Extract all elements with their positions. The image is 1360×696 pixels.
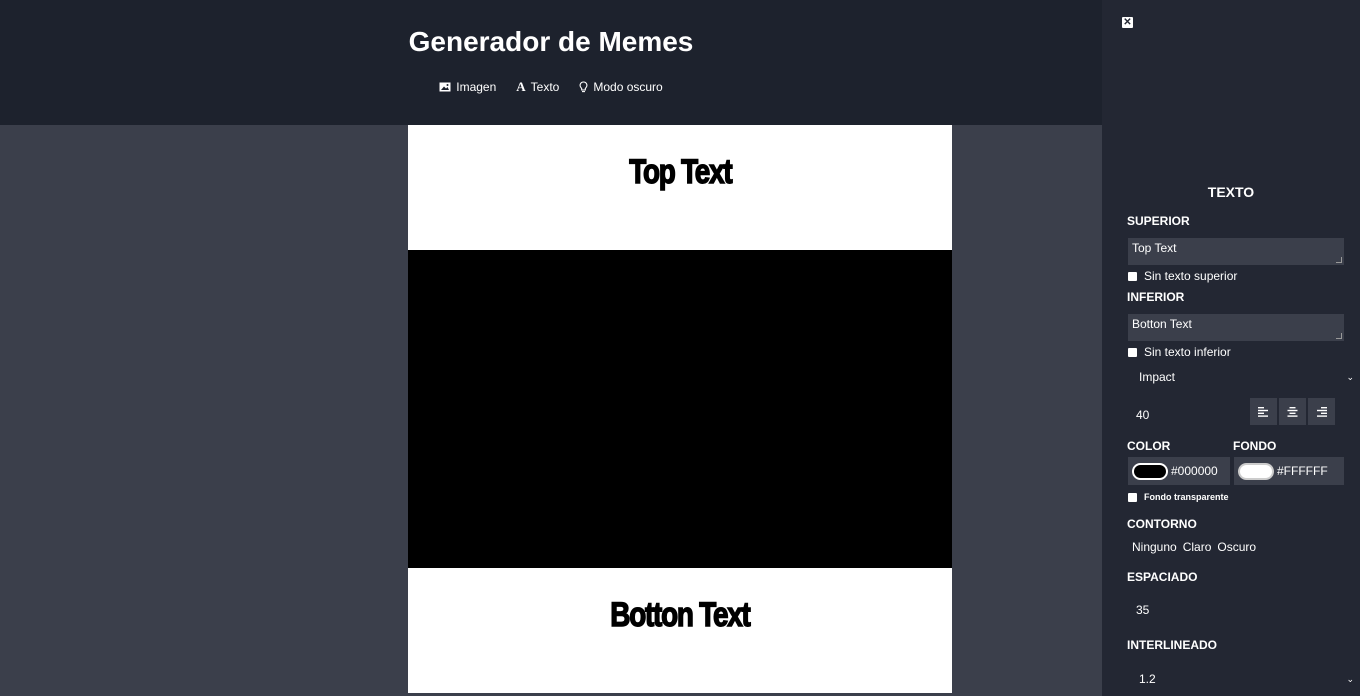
chevron-down-icon: ⌄: [1346, 371, 1354, 382]
top-text-label: SUPERIOR: [1127, 214, 1190, 228]
top-text-input[interactable]: Top Text: [1128, 238, 1344, 265]
line-height-value: 1.2: [1139, 672, 1156, 686]
transparent-bg-row[interactable]: Fondo transparente: [1128, 492, 1229, 502]
background-color-swatch: [1238, 462, 1274, 480]
outline-label: CONTORNO: [1127, 517, 1197, 531]
panel-title: TEXTO: [1207, 184, 1255, 200]
align-right-button[interactable]: [1308, 398, 1335, 425]
transparent-bg-checkbox[interactable]: [1128, 492, 1137, 502]
background-color-value: #FFFFFF: [1277, 464, 1328, 478]
text-button-label: Texto: [530, 80, 560, 94]
font-icon: A: [516, 79, 526, 94]
lightbulb-icon: [580, 81, 588, 93]
no-top-text-checkbox[interactable]: [1128, 271, 1137, 281]
bottom-text-input[interactable]: Botton Text: [1128, 314, 1344, 341]
align-left-icon: [1258, 406, 1268, 417]
dark-mode-button-label: Modo oscuro: [593, 80, 663, 94]
align-right-icon: [1317, 406, 1327, 417]
no-top-text-row[interactable]: Sin texto superior: [1128, 269, 1237, 283]
background-color-picker[interactable]: #FFFFFF: [1234, 457, 1344, 485]
bottom-text-label: INFERIOR: [1127, 290, 1185, 304]
text-panel: ✕ TEXTO SUPERIOR Top Text Sin texto supe…: [1102, 0, 1360, 696]
meme-top-text: Top Text: [628, 152, 733, 192]
align-left-button[interactable]: [1250, 398, 1277, 425]
text-color-swatch: [1132, 462, 1168, 480]
close-panel-button[interactable]: ✕: [1122, 17, 1133, 28]
image-button-label: Imagen: [456, 80, 497, 94]
app-header: Generador de Memes Imagen A Texto Modo o…: [0, 0, 1102, 125]
page-title: Generador de Memes: [408, 26, 694, 57]
no-bottom-text-row[interactable]: Sin texto inferior: [1128, 345, 1231, 359]
outline-options: Ninguno Claro Oscuro: [1132, 540, 1256, 554]
spacing-input[interactable]: 35: [1136, 603, 1149, 617]
close-icon: ✕: [1123, 17, 1132, 28]
no-bottom-text-label: Sin texto inferior: [1144, 345, 1231, 359]
text-color-value: #000000: [1171, 464, 1218, 478]
meme-canvas: Top Text Botton Text: [408, 125, 952, 693]
font-size-input[interactable]: 40: [1136, 408, 1149, 422]
meme-bottom-area: Botton Text: [408, 568, 952, 693]
alignment-group: [1250, 398, 1335, 425]
no-bottom-text-checkbox[interactable]: [1128, 347, 1137, 357]
line-height-label: INTERLINEADO: [1127, 638, 1217, 652]
font-select[interactable]: Impact ⌄: [1128, 370, 1354, 384]
outline-light-button[interactable]: Claro: [1183, 540, 1212, 554]
text-button[interactable]: A Texto: [516, 79, 559, 95]
meme-bottom-text: Botton Text: [610, 595, 752, 635]
transparent-bg-label: Fondo transparente: [1144, 492, 1229, 502]
dark-mode-button[interactable]: Modo oscuro: [579, 79, 663, 95]
line-height-select[interactable]: 1.2 ⌄: [1128, 672, 1354, 686]
image-button[interactable]: Imagen: [439, 79, 496, 95]
font-select-value: Impact: [1139, 370, 1176, 384]
chevron-down-icon: ⌄: [1346, 673, 1354, 684]
meme-image: [408, 250, 952, 568]
no-top-text-label: Sin texto superior: [1144, 269, 1238, 283]
background-label: FONDO: [1233, 439, 1277, 453]
image-icon: [439, 82, 451, 92]
meme-top-area: Top Text: [408, 125, 952, 250]
align-center-icon: [1287, 406, 1298, 417]
align-center-button[interactable]: [1279, 398, 1306, 425]
nav-bar: Imagen A Texto Modo oscuro: [0, 79, 1102, 95]
outline-none-button[interactable]: Ninguno: [1132, 540, 1177, 554]
text-color-picker[interactable]: #000000: [1128, 457, 1230, 485]
color-label: COLOR: [1127, 439, 1171, 453]
outline-dark-button[interactable]: Oscuro: [1217, 540, 1256, 554]
spacing-label: ESPACIADO: [1127, 570, 1198, 584]
